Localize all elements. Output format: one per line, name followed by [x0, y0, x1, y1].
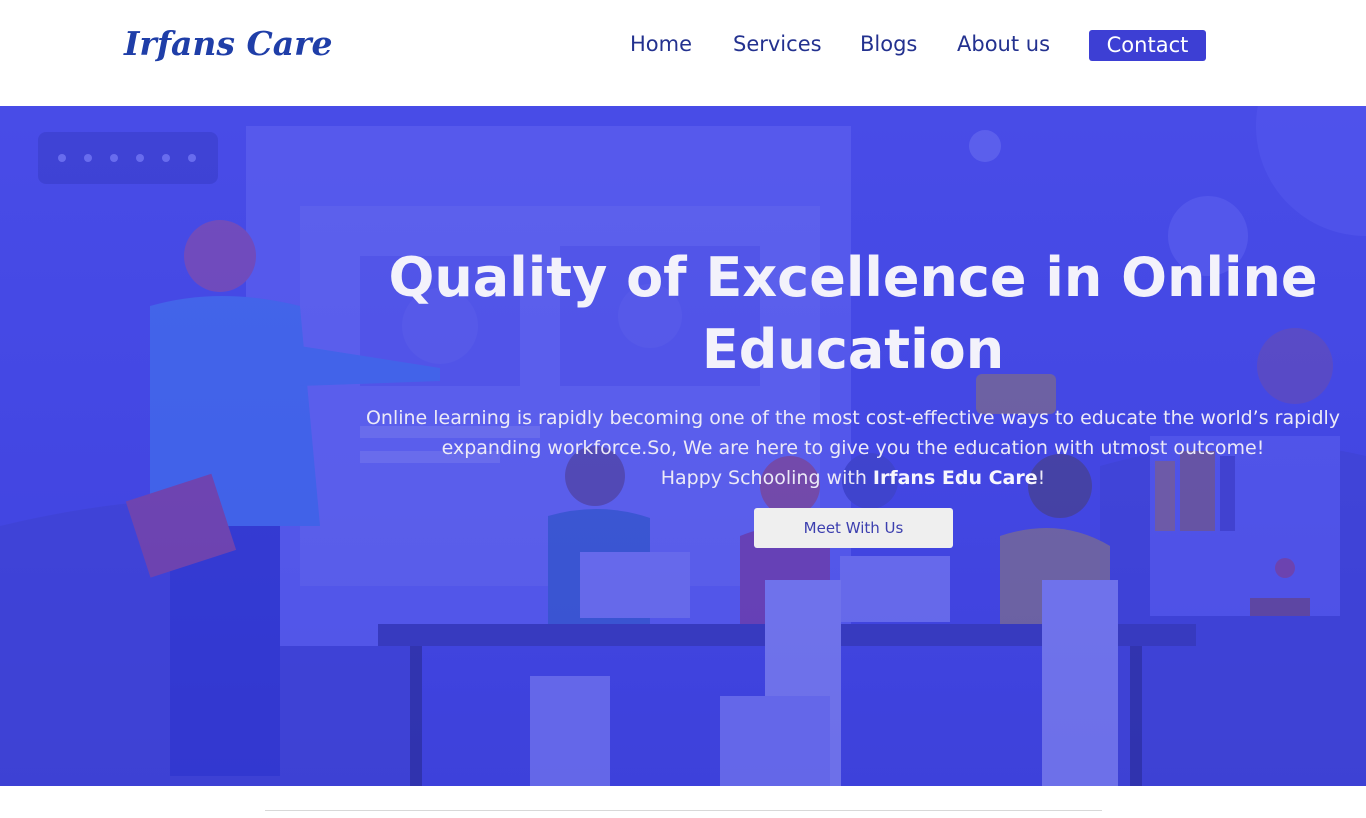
- hero-description-text: Online learning is rapidly becoming one …: [365, 407, 1341, 459]
- hero-tagline-brand: Irfans Edu Care: [872, 467, 1038, 489]
- main-nav: Home Services Blogs About us Contact: [0, 30, 1366, 62]
- nav-link-home[interactable]: Home: [630, 32, 692, 56]
- nav-link-blogs[interactable]: Blogs: [860, 32, 917, 56]
- contact-button[interactable]: Contact: [1089, 30, 1206, 61]
- hero-section: Quality of Excellence in Online Educatio…: [0, 106, 1366, 786]
- nav-link-about-us[interactable]: About us: [957, 32, 1050, 56]
- nav-link-services[interactable]: Services: [733, 32, 822, 56]
- section-divider: [265, 810, 1102, 811]
- hero-title: Quality of Excellence in Online Educatio…: [388, 246, 1318, 381]
- top-navbar: Irfans Care Home Services Blogs About us…: [0, 0, 1366, 106]
- hero-tagline-prefix: Happy Schooling with: [660, 467, 873, 489]
- hero-description: Online learning is rapidly becoming one …: [340, 403, 1366, 493]
- hero-tagline-suffix: !: [1037, 467, 1046, 489]
- meet-with-us-button[interactable]: Meet With Us: [754, 508, 953, 548]
